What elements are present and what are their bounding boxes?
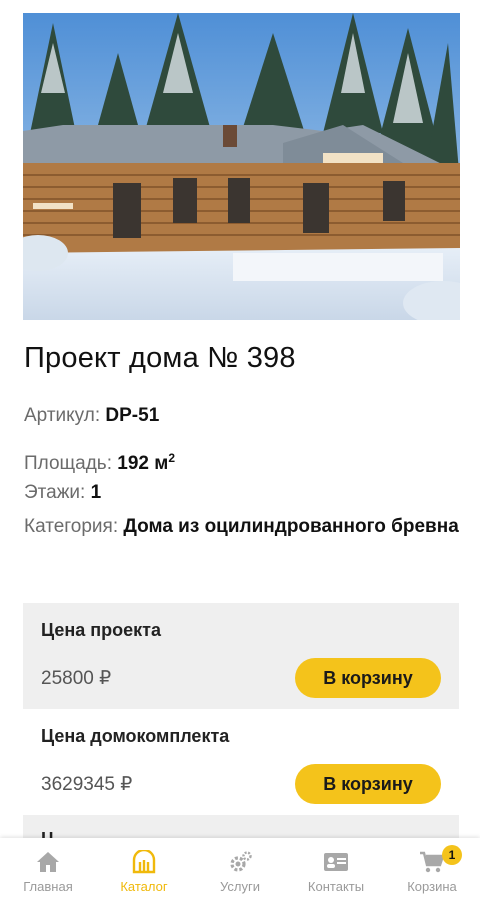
spec-area-value: 192 м	[117, 453, 169, 474]
nav-item-services[interactable]: Услуги	[192, 838, 288, 900]
add-to-cart-button[interactable]: В корзину	[295, 764, 441, 804]
contact-card-icon	[324, 853, 348, 871]
nav-label: Услуги	[220, 879, 260, 894]
nav-label: Каталог	[120, 879, 168, 894]
cart-count-badge: 1	[442, 845, 462, 865]
spec-floors: Этажи: 1	[24, 479, 101, 507]
price-amount: 3629345 ₽	[41, 774, 133, 795]
price-label: Цена домокомплекта	[41, 726, 230, 746]
catalog-icon	[132, 850, 156, 874]
spec-article: Артикул: DP-51	[24, 402, 159, 430]
spec-area-unit-superscript: 2	[168, 451, 176, 465]
nav-item-home[interactable]: Главная	[0, 838, 96, 900]
house-photo	[23, 13, 460, 320]
nav-item-cart[interactable]: 1 Корзина	[384, 838, 480, 900]
spec-article-value: DP-51	[105, 405, 160, 426]
price-card-project: Цена проекта 25800 ₽ В корзину	[23, 603, 459, 709]
home-icon	[37, 852, 59, 872]
price-amount: 25800 ₽	[41, 668, 112, 689]
nav-item-contacts[interactable]: Контакты	[288, 838, 384, 900]
spec-category-value: Дома из оцилиндрованного бревна	[123, 516, 459, 537]
nav-label: Корзина	[407, 879, 457, 894]
spec-floors-value: 1	[90, 482, 102, 503]
nav-label: Контакты	[307, 879, 365, 894]
spec-area: Площадь: 192 м2	[24, 444, 175, 478]
spec-category: Категория: Дома из оцилиндрованного брев…	[24, 513, 464, 541]
price-card-house-kit: Цена домокомплекта 3629345 ₽ В корзину	[23, 709, 459, 815]
nav-label: Главная	[23, 879, 73, 894]
bottom-navigation: Главная Каталог Услуги Контакты 1 Корзин…	[0, 838, 480, 900]
spec-area-label: Площадь:	[24, 453, 112, 474]
spec-article-label: Артикул:	[24, 405, 101, 426]
gears-icon	[230, 851, 252, 872]
nav-item-catalog[interactable]: Каталог	[96, 838, 192, 900]
page-title: Проект дома № 398	[24, 342, 296, 374]
add-to-cart-button[interactable]: В корзину	[295, 658, 441, 698]
spec-category-label: Категория:	[24, 516, 119, 537]
price-label: Цена проекта	[41, 620, 161, 640]
spec-floors-label: Этажи:	[24, 482, 86, 503]
